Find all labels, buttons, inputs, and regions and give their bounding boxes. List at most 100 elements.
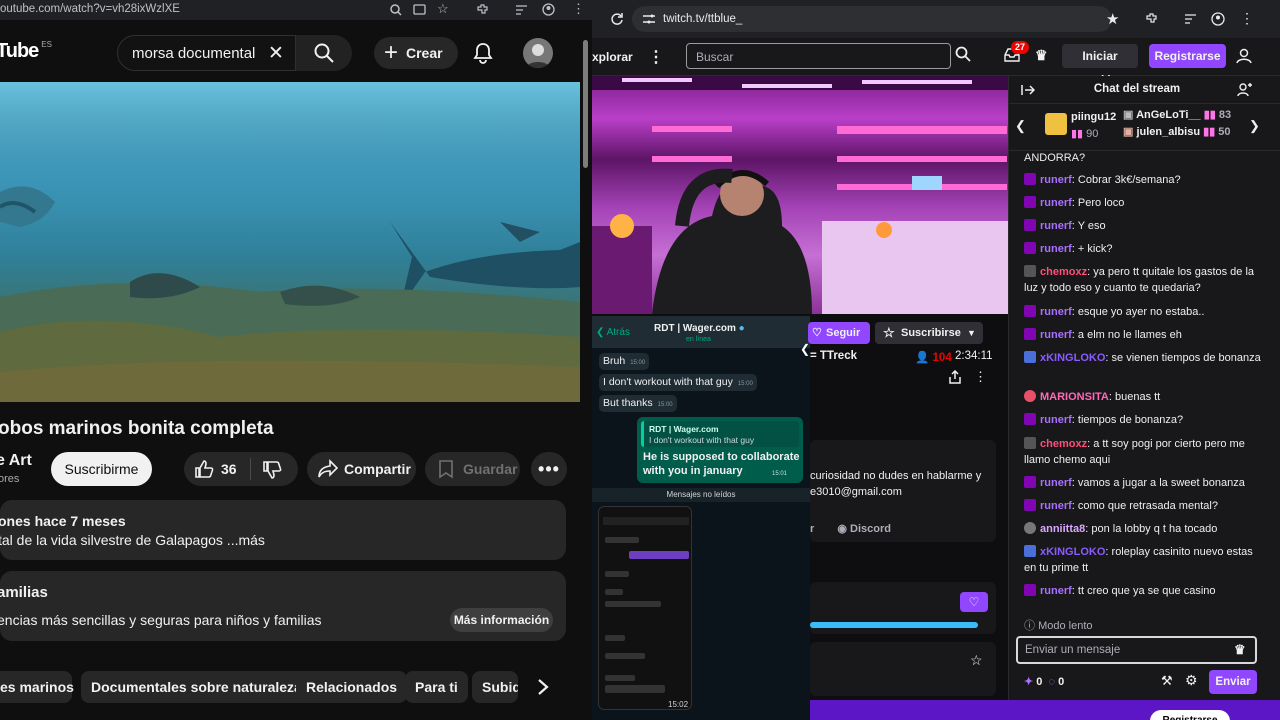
notification-badge: 27 bbox=[1011, 41, 1029, 54]
quoted-message[interactable]: RDT | Wager.com I don't workout with tha… bbox=[641, 421, 799, 447]
stream-uptime: 2:34:11 bbox=[955, 350, 993, 362]
chip-nature-docs[interactable]: Documentales sobre naturaleza bbox=[81, 671, 312, 703]
star-icon[interactable]: ☆ bbox=[970, 652, 983, 669]
chat-tools-icon[interactable]: ⚒ bbox=[1161, 673, 1173, 689]
banner-register-button[interactable]: Registrarse bbox=[1150, 710, 1230, 720]
description-box[interactable]: ones hace 7 meses tal de la vida silvest… bbox=[0, 500, 566, 560]
site-settings-icon[interactable] bbox=[642, 13, 656, 25]
youtube-logo[interactable]: Tube ES bbox=[0, 40, 52, 63]
address-bar[interactable]: outube.com/watch?v=vh28ixWzlXE bbox=[0, 3, 180, 15]
subscriber-count: ores bbox=[0, 473, 20, 485]
extensions-icon[interactable] bbox=[1145, 12, 1159, 26]
follow-button[interactable]: ♡ Seguir bbox=[808, 322, 870, 344]
share-button[interactable]: Compartir bbox=[307, 452, 416, 486]
chat-message: anniitta8: pon la lobby q t ha tocado bbox=[1024, 521, 1264, 537]
unread-divider: Mensajes no leídos bbox=[592, 488, 810, 502]
chip-sea-lions[interactable]: es marinos bbox=[0, 671, 74, 703]
prime-crown-icon[interactable]: ♛ bbox=[1234, 642, 1246, 658]
gear-icon[interactable]: ⚙ bbox=[1185, 672, 1198, 689]
points-icon: ◌ bbox=[1048, 676, 1056, 688]
chat-message: runerf: esque yo ayer no estaba.. bbox=[1024, 304, 1264, 320]
address-text[interactable]: twitch.tv/ttblue_ bbox=[663, 13, 742, 25]
more-info-button[interactable]: Más información bbox=[450, 608, 553, 632]
image-attachment[interactable] bbox=[598, 506, 692, 710]
extensions-icon[interactable] bbox=[476, 3, 489, 16]
send-button[interactable]: Enviar bbox=[1209, 670, 1257, 694]
browser-menu-icon[interactable]: ⋮ bbox=[1240, 10, 1254, 27]
scrollbar[interactable] bbox=[583, 40, 588, 168]
chip-for-you[interactable]: Para ti bbox=[405, 671, 468, 703]
search-button[interactable] bbox=[295, 35, 352, 71]
chevron-left-icon[interactable]: ❮ bbox=[1015, 118, 1026, 134]
sub-badge-icon bbox=[1024, 584, 1036, 596]
search-icon[interactable] bbox=[955, 46, 971, 62]
reply-time: 15:01 bbox=[772, 471, 788, 477]
register-button[interactable]: Registrarse bbox=[1149, 44, 1226, 68]
dislike-icon[interactable] bbox=[262, 460, 282, 480]
bell-icon[interactable] bbox=[472, 42, 494, 64]
reload-icon[interactable] bbox=[610, 12, 624, 26]
star-icon[interactable]: ☆ bbox=[437, 1, 449, 17]
users-icon[interactable] bbox=[1237, 83, 1253, 97]
star-icon[interactable]: ★ bbox=[1106, 10, 1119, 28]
login-button[interactable]: Iniciar sesión bbox=[1062, 44, 1138, 87]
save-button[interactable]: Guardar bbox=[425, 452, 520, 486]
stream-chat: Chat del stream ❮ piingu12 ▮▮ 90 ▣ AnGeL… bbox=[1008, 76, 1280, 700]
chat-message: runerf: Y eso bbox=[1024, 218, 1264, 234]
avatar[interactable] bbox=[523, 38, 553, 68]
group-badge-icon bbox=[1024, 545, 1036, 557]
sub-badge-icon bbox=[1024, 499, 1036, 511]
chip-related[interactable]: Relacionados bbox=[296, 671, 408, 703]
search-input[interactable]: Buscar bbox=[686, 43, 951, 69]
message-bubble: But thanks 15:00 bbox=[599, 395, 677, 412]
subscribe-button[interactable]: Suscribirme bbox=[51, 452, 152, 486]
cast-icon[interactable] bbox=[413, 3, 426, 16]
more-icon[interactable]: ⋮ bbox=[974, 369, 987, 385]
chevron-down-icon: ▼ bbox=[967, 328, 976, 338]
video-player[interactable] bbox=[0, 82, 580, 402]
chat-messages: ANDORRA? runerf: Cobrar 3k€/semana? rune… bbox=[1009, 152, 1266, 606]
subscribe-button[interactable]: ☆ Suscribirse ▼ bbox=[875, 322, 983, 344]
search-box[interactable]: morsa documental ✕ bbox=[117, 35, 352, 71]
zoom-icon[interactable] bbox=[390, 4, 402, 16]
prime-crown-icon[interactable]: ♛ bbox=[1035, 47, 1048, 64]
stream-category[interactable]: = TTreck bbox=[810, 350, 857, 362]
profile-icon[interactable] bbox=[542, 3, 555, 16]
media-icon[interactable] bbox=[1184, 13, 1197, 25]
nav-explore[interactable]: xplorar bbox=[592, 50, 633, 64]
create-button[interactable]: + Crear bbox=[374, 37, 458, 69]
more-actions-icon[interactable]: ••• bbox=[531, 452, 567, 486]
chat-title: Chat del stream bbox=[1093, 83, 1181, 95]
discord-link[interactable]: Discord bbox=[850, 523, 891, 535]
back-button[interactable]: ❮ Atrás bbox=[596, 327, 630, 338]
viewer-count: 👤 104 bbox=[915, 352, 952, 364]
stream-player[interactable] bbox=[592, 76, 1008, 314]
profile-icon[interactable] bbox=[1211, 12, 1225, 26]
share-icon bbox=[318, 459, 339, 478]
chat-message: runerf: Cobrar 3k€/semana? bbox=[1024, 172, 1264, 188]
search-icon bbox=[314, 43, 334, 63]
collapse-icon[interactable]: ❮ bbox=[800, 342, 810, 356]
browser-menu-icon[interactable]: ⋮ bbox=[572, 1, 585, 17]
more-icon[interactable]: ⋮ bbox=[648, 47, 664, 67]
chat-message: runerf: vamos a jugar a la sweet bonanza bbox=[1024, 475, 1264, 491]
channel-name[interactable]: e Art bbox=[0, 452, 32, 470]
chip-uploaded[interactable]: Subid bbox=[472, 671, 518, 703]
search-input[interactable]: morsa documental bbox=[132, 45, 255, 62]
chat-input[interactable]: Enviar un mensaje ♛ bbox=[1016, 636, 1257, 664]
channel-points[interactable]: ✦ 0 ◌ 0 bbox=[1024, 675, 1064, 688]
share-icon[interactable] bbox=[949, 370, 961, 384]
heart-icon[interactable]: ♡ bbox=[960, 592, 988, 612]
media-icon[interactable] bbox=[515, 4, 528, 16]
chevron-right-icon[interactable] bbox=[536, 678, 550, 696]
chevron-right-icon[interactable]: ❯ bbox=[1249, 118, 1260, 134]
avatar-image bbox=[526, 44, 550, 68]
image-time: 15:02 bbox=[668, 700, 689, 709]
goal-progress bbox=[810, 622, 978, 628]
contact-name[interactable]: RDT | Wager.com ● bbox=[654, 323, 745, 334]
user-icon[interactable] bbox=[1236, 48, 1252, 64]
info-icon: ⓘ bbox=[1024, 620, 1035, 632]
like-icon[interactable] bbox=[194, 459, 214, 479]
clear-search-icon[interactable]: ✕ bbox=[268, 44, 284, 63]
about-text: curiosidad no dudes en hablarme y e3010@g… bbox=[810, 470, 982, 498]
